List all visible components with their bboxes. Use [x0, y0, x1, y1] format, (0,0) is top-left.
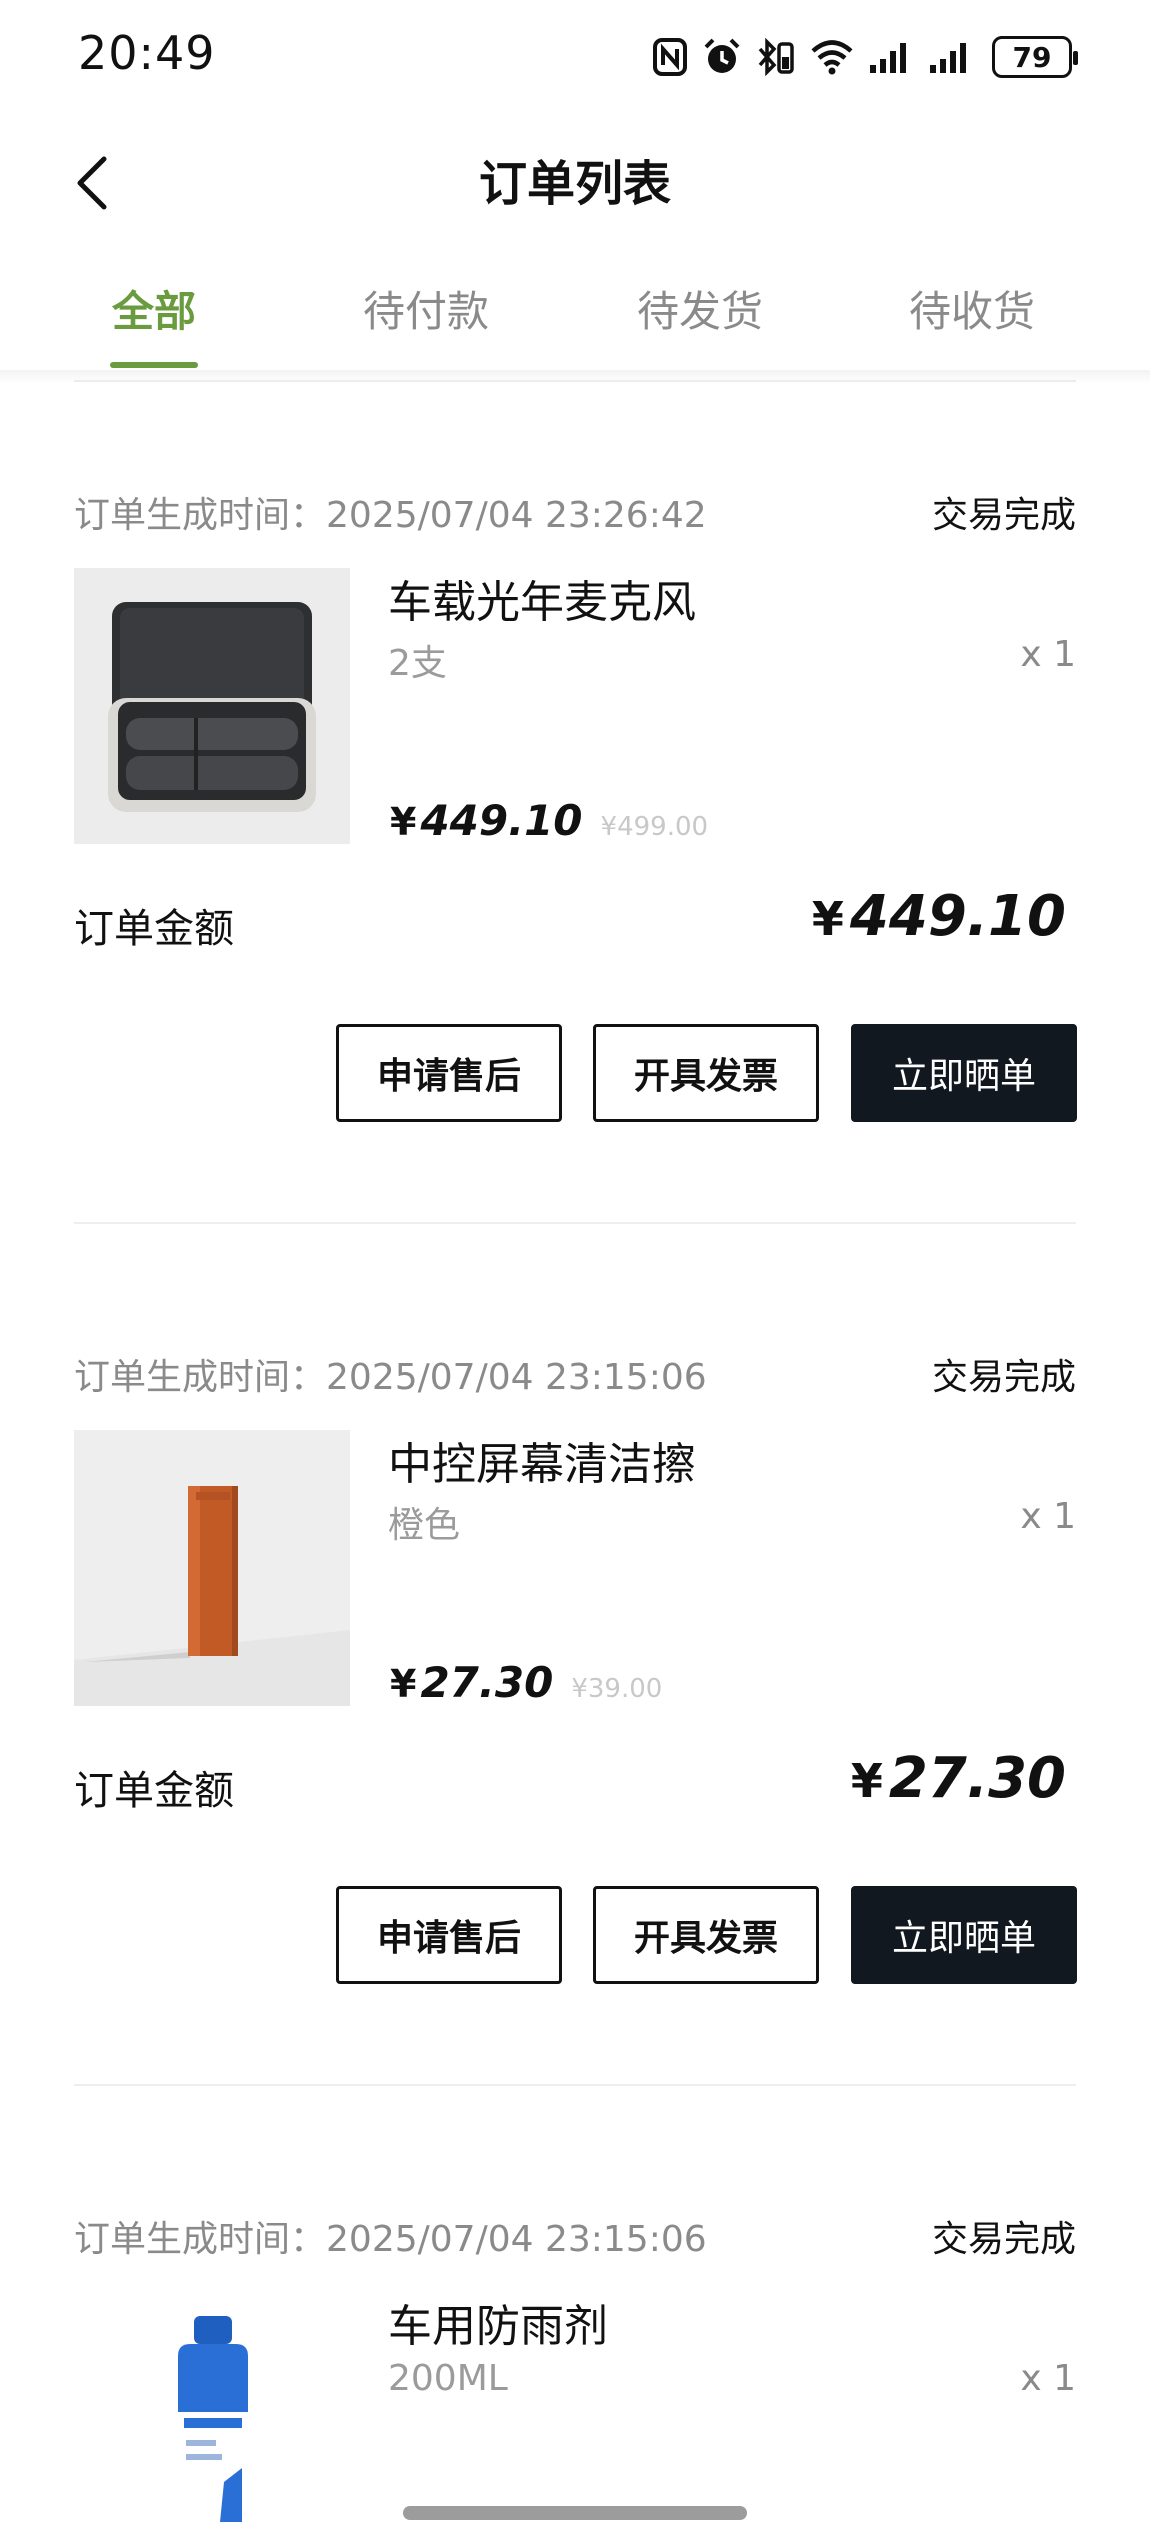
microphone-case-image — [74, 568, 350, 844]
order-card: 订单生成时间：2025/07/04 23:26:42 交易完成 车载光年麦克风 … — [0, 486, 1150, 1226]
order-card: 订单生成时间：2025/07/04 23:15:06 交易完成 车用防雨剂 20… — [0, 2210, 1150, 2542]
order-created-label: 订单生成时间： — [74, 2219, 327, 2260]
active-tab-indicator — [110, 362, 198, 368]
order-created-label: 订单生成时间： — [74, 495, 327, 536]
order-card: 订单生成时间：2025/07/04 23:15:06 交易完成 中控屏幕清洁擦 … — [0, 1348, 1150, 2088]
battery-icon: 79 — [992, 36, 1078, 78]
product-image[interactable] — [74, 568, 350, 844]
product-image[interactable] — [74, 1430, 350, 1706]
tab-all[interactable]: 全部 — [64, 278, 244, 339]
amount-value: 449.10 — [849, 884, 1066, 949]
wifi-icon — [811, 40, 853, 75]
order-amount-label: 订单金额 — [74, 1768, 234, 1814]
after-sales-button[interactable]: 申请售后 — [336, 1886, 562, 1984]
amount-value: 27.30 — [888, 1746, 1066, 1811]
nfc-icon — [653, 38, 687, 76]
product-image[interactable] — [74, 2292, 350, 2542]
screen-cleaner-image — [74, 1430, 350, 1706]
product-spec: 200ML — [388, 2358, 508, 2399]
price-value: 27.30 — [420, 1658, 554, 1707]
signal-icon-2 — [930, 43, 966, 73]
product-name[interactable]: 中控屏幕清洁擦 — [388, 1428, 696, 1492]
product-quantity: x 1 — [1020, 2358, 1076, 2399]
currency-symbol: ¥ — [811, 892, 844, 946]
divider — [74, 380, 1076, 382]
currency-symbol: ¥ — [390, 1662, 417, 1706]
product-price: ¥27.30 ¥39.00 — [390, 1658, 662, 1707]
status-bar: 20:49 79 — [0, 0, 1150, 110]
status-icons: 79 — [652, 32, 1078, 82]
invoice-button[interactable]: 开具发票 — [593, 1886, 819, 1984]
tab-pending-receipt[interactable]: 待收货 — [882, 278, 1062, 339]
rain-repellent-image — [74, 2292, 350, 2542]
divider — [74, 2084, 1076, 2086]
alarm-icon — [704, 38, 740, 73]
header: 订单列表 — [0, 110, 1150, 250]
share-review-button[interactable]: 立即晒单 — [851, 1024, 1077, 1122]
product-name[interactable]: 车用防雨剂 — [388, 2290, 608, 2354]
tab-pending-shipment[interactable]: 待发货 — [610, 278, 790, 339]
tab-pending-payment[interactable]: 待付款 — [336, 278, 516, 339]
order-created-time: 订单生成时间：2025/07/04 23:15:06 — [74, 1348, 707, 1400]
after-sales-button[interactable]: 申请售后 — [336, 1024, 562, 1122]
product-spec: 橙色 — [388, 1505, 461, 1546]
order-status: 交易完成 — [931, 2219, 1076, 2260]
page-title: 订单列表 — [478, 156, 671, 212]
signal-icon — [870, 43, 906, 73]
original-price: ¥39.00 — [571, 1674, 663, 1704]
order-amount-label: 订单金额 — [74, 906, 234, 952]
order-created-time: 订单生成时间：2025/07/04 23:26:42 — [74, 486, 707, 538]
order-amount: ¥27.30 — [851, 1746, 1066, 1811]
home-indicator[interactable] — [403, 2506, 747, 2520]
product-name[interactable]: 车载光年麦克风 — [388, 566, 696, 630]
order-created-time: 订单生成时间：2025/07/04 23:15:06 — [74, 2210, 707, 2262]
product-quantity: x 1 — [1020, 634, 1076, 675]
currency-symbol: ¥ — [390, 800, 417, 844]
battery-level: 79 — [1012, 40, 1052, 74]
status-time: 20:49 — [78, 26, 216, 80]
share-review-button[interactable]: 立即晒单 — [851, 1886, 1077, 1984]
product-price: ¥449.10 ¥499.00 — [390, 796, 708, 845]
currency-symbol: ¥ — [850, 1754, 883, 1808]
order-status: 交易完成 — [931, 1357, 1076, 1398]
price-value: 449.10 — [420, 796, 583, 845]
order-status: 交易完成 — [931, 495, 1076, 536]
order-created-value: 2025/07/04 23:26:42 — [326, 495, 707, 536]
invoice-button[interactable]: 开具发票 — [593, 1024, 819, 1122]
original-price: ¥499.00 — [600, 812, 709, 842]
product-quantity: x 1 — [1020, 1496, 1076, 1537]
bluetooth-battery-icon — [758, 37, 794, 77]
tab-bar: 全部 待付款 待发货 待收货 — [0, 250, 1150, 370]
product-spec: 2支 — [388, 643, 447, 684]
order-created-label: 订单生成时间： — [74, 1357, 327, 1398]
divider — [74, 1222, 1076, 1224]
order-amount: ¥449.10 — [812, 884, 1066, 949]
order-created-value: 2025/07/04 23:15:06 — [326, 1357, 707, 1398]
order-created-value: 2025/07/04 23:15:06 — [326, 2219, 707, 2260]
